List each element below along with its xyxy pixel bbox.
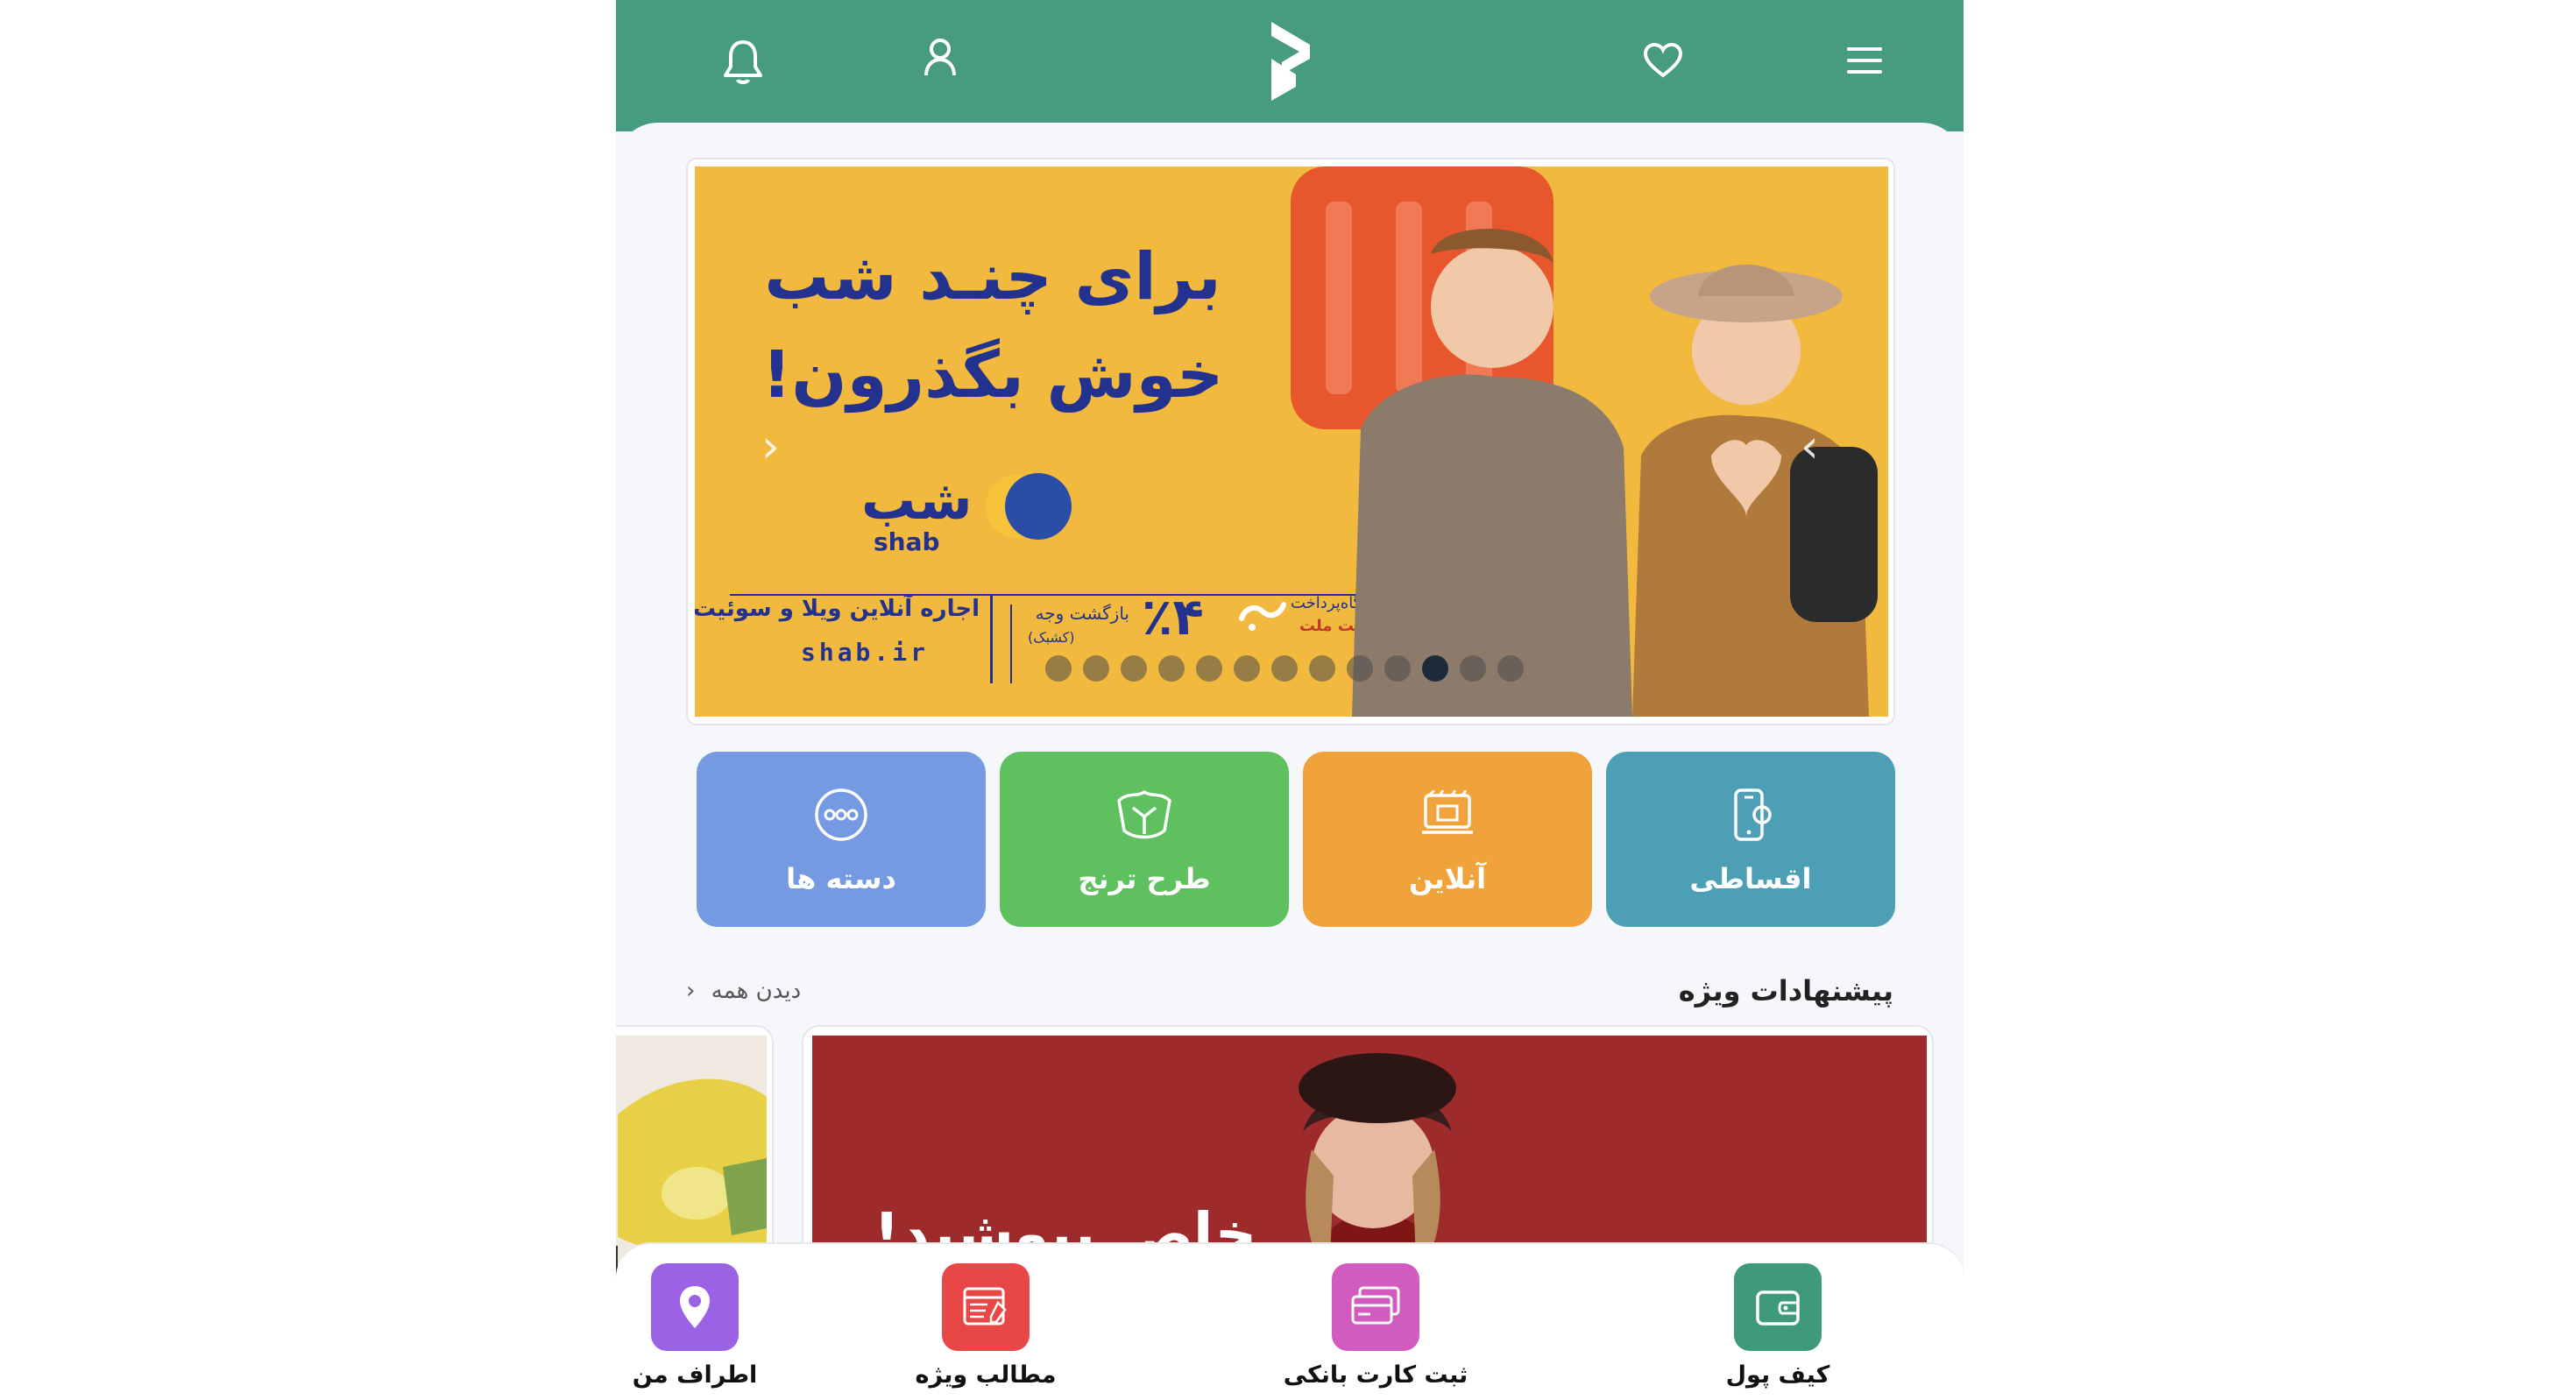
carousel-dot[interactable] [1196, 655, 1222, 682]
shab-logo-fa: شب [861, 468, 973, 532]
category-label: آنلاین [1408, 862, 1487, 895]
top-header [616, 0, 1964, 131]
banner-photo [1291, 166, 1878, 717]
see-all-label: دیدن همه [711, 978, 802, 1004]
carousel-dots [1045, 655, 1524, 682]
promo-separator [1010, 605, 1012, 683]
banner-title: برای چنـد شب خوش بگذرون! [747, 228, 1238, 424]
toranj-icon [1113, 783, 1176, 846]
app-screen: برای چنـد شب خوش بگذرون! شب shab اجاره آ… [616, 0, 1964, 1400]
banner-title-line1: برای چنـد شب [764, 239, 1221, 315]
nav-bank-card[interactable]: ثبت کارت بانکی [1279, 1263, 1472, 1389]
category-label: طرح ترنج [1078, 862, 1211, 895]
bell-icon[interactable] [712, 32, 774, 93]
chevron-left-icon: ‹ [686, 978, 696, 1004]
bottom-navigation: کیف پول ثبت کارت بانکی مطالب ویژه اطراف … [616, 1242, 1964, 1400]
user-icon[interactable] [909, 26, 971, 88]
carousel-dot[interactable] [1309, 655, 1335, 682]
carousel-dot[interactable] [1347, 655, 1373, 682]
more-icon [810, 783, 873, 846]
carousel-dot[interactable] [1234, 655, 1260, 682]
category-label: اقساطی [1689, 862, 1812, 895]
shab-moon-icon [986, 473, 1072, 540]
shab-logo: شب shab [861, 464, 1089, 561]
carousel-dot[interactable] [1158, 655, 1185, 682]
menu-icon[interactable] [1834, 30, 1895, 91]
special-offers-title: پیشنهادات ویژه [1678, 974, 1893, 1008]
promo-box: اجاره آنلاین ویلا و سوئیت شب shab.ir [695, 596, 993, 683]
promo-cashback: بازگشت وجه [1035, 603, 1129, 624]
promo-cashback-note: (کشبک) [1028, 629, 1075, 646]
carousel-dot[interactable] [1422, 655, 1448, 682]
nav-articles[interactable]: مطالب ویژه [889, 1263, 1082, 1389]
category-toranj[interactable]: طرح ترنج [1000, 752, 1289, 927]
nav-nearby[interactable]: اطراف من [616, 1263, 791, 1389]
location-icon [651, 1263, 739, 1351]
carousel-dot[interactable] [1460, 655, 1486, 682]
banner-carousel[interactable]: برای چنـد شب خوش بگذرون! شب shab اجاره آ… [686, 158, 1895, 725]
promo-site: shab.ir [800, 638, 929, 667]
man-face [1431, 245, 1553, 368]
nav-label: کیف پول [1725, 1361, 1830, 1389]
nav-label: ثبت کارت بانکی [1283, 1361, 1468, 1389]
category-installments[interactable]: اقساطی [1606, 752, 1895, 927]
wallet-icon [1734, 1263, 1822, 1351]
category-online[interactable]: آنلاین [1303, 752, 1592, 927]
carousel-dot[interactable] [1271, 655, 1298, 682]
see-all-link[interactable]: دیدن همه ‹ [686, 978, 801, 1004]
app-logo[interactable] [1256, 18, 1326, 105]
bank-card-icon [1332, 1263, 1419, 1351]
carousel-dot[interactable] [1384, 655, 1411, 682]
category-categories[interactable]: دسته ها [697, 752, 986, 927]
nav-label: مطالب ویژه [915, 1361, 1057, 1389]
shab-logo-en: shab [874, 527, 940, 556]
nav-wallet[interactable]: کیف پول [1681, 1263, 1874, 1389]
banner-slide[interactable]: برای چنـد شب خوش بگذرون! شب shab اجاره آ… [695, 166, 1888, 717]
promo-percent: ٪۴ [1142, 587, 1204, 647]
banner-prev-arrow[interactable]: ‹ [761, 421, 780, 473]
category-label: دسته ها [786, 862, 896, 895]
heart-icon[interactable] [1632, 30, 1694, 91]
carousel-dot[interactable] [1045, 655, 1072, 682]
main-content: برای چنـد شب خوش بگذرون! شب shab اجاره آ… [616, 123, 1964, 1400]
banner-title-line2: خوش بگذرون! [761, 337, 1224, 413]
carousel-dot[interactable] [1121, 655, 1147, 682]
banner-next-arrow[interactable]: › [1801, 421, 1819, 473]
promo-title: اجاره آنلاین ویلا و سوئیت شب [695, 596, 980, 622]
articles-icon [942, 1263, 1030, 1351]
phone-icon [1719, 783, 1782, 846]
carousel-dot[interactable] [1497, 655, 1524, 682]
nav-label: اطراف من [632, 1361, 758, 1389]
online-shop-icon [1416, 783, 1479, 846]
carousel-dot[interactable] [1083, 655, 1109, 682]
